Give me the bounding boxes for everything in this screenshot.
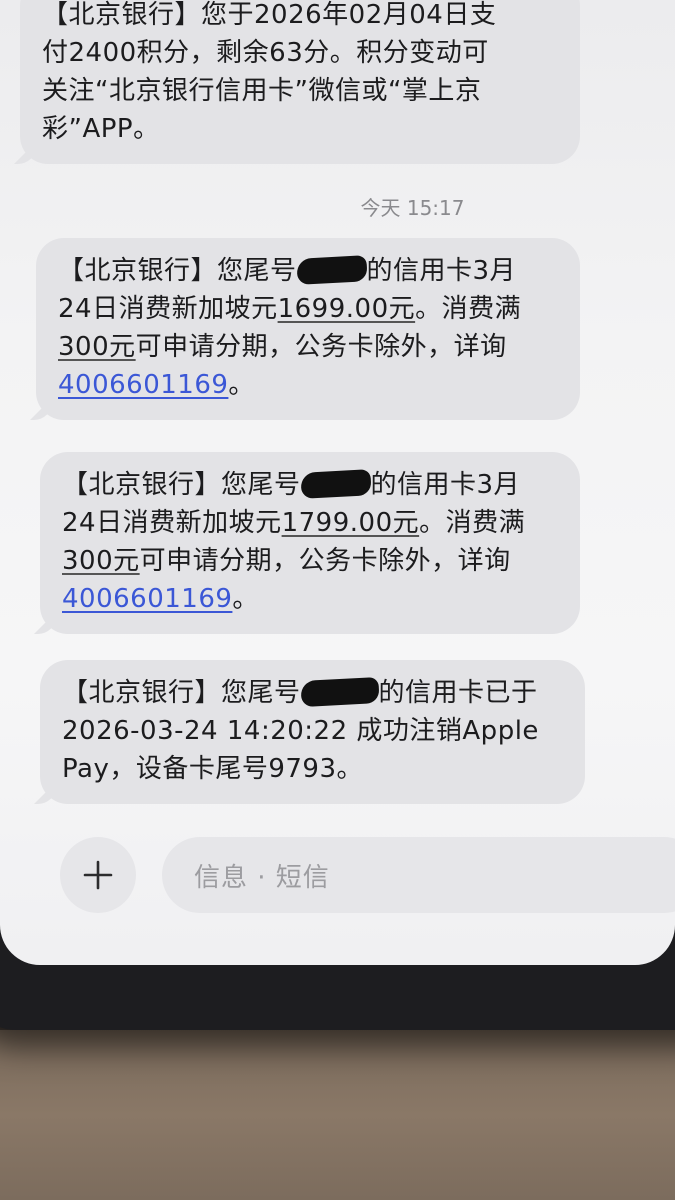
message-text: 。消费满 — [415, 294, 522, 324]
message-line: 2026-03-24 14:20:22 成功注销Apple — [62, 716, 539, 746]
message-text: 。 — [232, 584, 259, 614]
compose-bar: 信息 · 短信 — [0, 835, 675, 915]
amount-text: 1699.00元 — [277, 294, 416, 324]
message-line: 300元可申请分期，公务卡除外，详询 — [58, 328, 558, 366]
phone-link[interactable]: 4006601169 — [58, 370, 228, 400]
message-text: 。消费满 — [419, 508, 526, 538]
message-line: 【北京银行】您尾号 的信用卡3月 — [58, 252, 558, 290]
message-text: 24日消费新加坡元 — [62, 508, 282, 538]
message-text: 的信用卡3月 — [370, 470, 521, 500]
redaction-scribble — [295, 255, 368, 285]
message-line: 【北京银行】您尾号 的信用卡已于 — [62, 674, 563, 712]
message-line: Pay，设备卡尾号9793。 — [62, 754, 363, 784]
message-line: 24日消费新加坡元1799.00元。消费满 — [62, 504, 558, 542]
message-bubble-transaction-2: 【北京银行】您尾号 的信用卡3月 24日消费新加坡元1799.00元。消费满 30… — [40, 452, 580, 634]
redaction-scribble — [299, 676, 380, 708]
message-line: 关注“北京银行信用卡”微信或“掌上京 — [42, 76, 482, 106]
message-input-placeholder: 信息 · 短信 — [194, 862, 330, 893]
photo-scene: 【北京银行】您于2026年02月04日支 付2400积分，剩余63分。积分变动可… — [0, 0, 675, 1200]
message-line: 付2400积分，剩余63分。积分变动可 — [42, 38, 489, 68]
message-text: 【北京银行】您尾号 — [62, 470, 301, 500]
message-text: 【北京银行】您尾号 — [58, 256, 297, 286]
message-text: 的信用卡已于 — [378, 678, 538, 708]
message-text: 。 — [228, 370, 255, 400]
amount-text: 300元 — [58, 332, 136, 362]
message-bubble-applepay: 【北京银行】您尾号 的信用卡已于 2026-03-24 14:20:22 成功注销… — [40, 660, 585, 804]
redaction-scribble — [299, 469, 372, 499]
message-bubble-points: 【北京银行】您于2026年02月04日支 付2400积分，剩余63分。积分变动可… — [20, 0, 580, 164]
timestamp: 今天 15:17 — [360, 196, 465, 220]
add-attachment-button[interactable] — [60, 837, 136, 913]
amount-text: 300元 — [62, 546, 140, 576]
message-text: 可申请分期，公务卡除外，详询 — [139, 546, 511, 576]
message-input[interactable]: 信息 · 短信 — [162, 837, 675, 913]
message-text: 的信用卡3月 — [366, 256, 517, 286]
message-line: 【北京银行】您尾号 的信用卡3月 — [62, 466, 558, 504]
plus-icon — [83, 860, 113, 890]
table-surface — [0, 1030, 675, 1200]
message-bubble-transaction-1: 【北京银行】您尾号 的信用卡3月 24日消费新加坡元1699.00元。消费满 30… — [36, 238, 580, 420]
message-line: 4006601169。 — [58, 366, 558, 404]
message-line: 【北京银行】您于2026年02月04日支 — [42, 0, 497, 30]
message-line: 彩”APP。 — [42, 114, 160, 144]
amount-text: 1799.00元 — [281, 508, 420, 538]
message-text: 【北京银行】您尾号 — [62, 678, 301, 708]
message-line: 300元可申请分期，公务卡除外，详询 — [62, 542, 558, 580]
message-line: 4006601169。 — [62, 580, 558, 618]
message-line: 24日消费新加坡元1699.00元。消费满 — [58, 290, 558, 328]
messages-screen: 【北京银行】您于2026年02月04日支 付2400积分，剩余63分。积分变动可… — [0, 0, 675, 965]
phone-link[interactable]: 4006601169 — [62, 584, 232, 614]
message-text: 24日消费新加坡元 — [58, 294, 278, 324]
message-text: 可申请分期，公务卡除外，详询 — [135, 332, 507, 362]
